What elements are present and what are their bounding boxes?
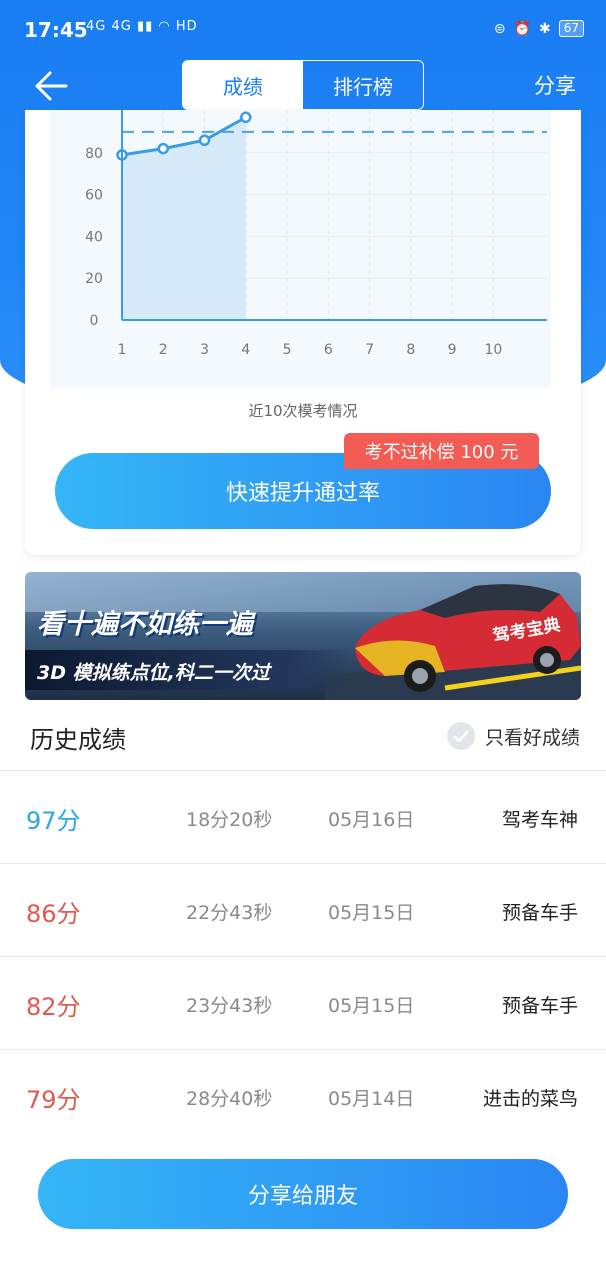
x-tick-label: 5	[283, 342, 292, 358]
status-time: 17:45	[24, 18, 88, 42]
arrow-left-icon	[35, 71, 68, 101]
banner-subtitle: 3D 模拟练点位,科二一次过	[37, 662, 270, 684]
tab-scores[interactable]: 成绩	[183, 61, 303, 109]
x-tick-label: 1	[118, 342, 127, 358]
x-tick-label: 9	[448, 342, 457, 358]
history-list: 97分 18分20秒 05月16日 驾考车神 86分 22分43秒 05月15日…	[0, 770, 606, 1142]
y-tick-label: 60	[85, 188, 103, 204]
filter-label: 只看好成绩	[484, 726, 580, 749]
hd-label: HD	[175, 19, 198, 34]
bluetooth-icon: ✱	[538, 20, 551, 37]
row-duration: 18分20秒	[186, 809, 273, 831]
car-illustration: 驾考宝典	[325, 584, 581, 700]
row-title: 驾考车神	[501, 809, 578, 831]
y-tick-label: 40	[85, 229, 103, 245]
top-navigation: 成绩 排行榜 分享	[0, 58, 606, 114]
row-date: 05月16日	[328, 809, 415, 831]
row-score: 79分	[26, 1086, 81, 1114]
share-button[interactable]: 分享	[534, 70, 576, 100]
status-bar: 17:45 4G 4G ▮▮ ◠ HD ⊜ ⏰ ✱ 67	[0, 0, 606, 62]
y-tick-label: 20	[85, 271, 103, 287]
row-duration: 23分43秒	[186, 995, 273, 1017]
history-title: 历史成绩	[30, 726, 126, 754]
share-to-friends-button[interactable]: 分享给朋友	[38, 1159, 568, 1229]
x-tick-label: 4	[241, 342, 250, 358]
row-date: 05月14日	[328, 1088, 415, 1110]
promo-banner[interactable]: 驾考宝典 看十遍不如练一遍 3D 模拟练点位,科二一次过	[25, 572, 581, 700]
row-duration: 22分43秒	[186, 902, 273, 924]
check-circle-icon[interactable]	[446, 722, 475, 750]
tab-ranking[interactable]: 排行榜	[303, 61, 423, 109]
battery-icon: 67	[558, 20, 584, 37]
x-tick-label: 3	[200, 342, 209, 358]
status-right-icons: ⊜ ⏰ ✱ 67	[494, 20, 584, 37]
row-score: 82分	[26, 993, 81, 1021]
x-tick-label: 10	[484, 342, 502, 358]
row-title: 预备车手	[501, 902, 578, 924]
network-label: 4G 4G	[86, 19, 132, 34]
promo-badge: 考不过补偿 100 元	[344, 433, 539, 469]
row-score: 86分	[26, 900, 81, 928]
row-title: 预备车手	[501, 995, 578, 1017]
segmented-control: 成绩 排行榜	[182, 60, 424, 110]
y-tick-label: 0	[90, 313, 99, 329]
alarm-icon: ⏰	[513, 20, 531, 37]
row-date: 05月15日	[328, 995, 415, 1017]
row-title: 进击的菜鸟	[482, 1088, 578, 1110]
chart-caption: 近10次模考情况	[248, 402, 358, 420]
history-row[interactable]: 97分 18分20秒 05月16日 驾考车神	[0, 770, 606, 863]
score-chart-card: 0 20 40 60 80 1 2 3 4 5 6 7 8 9 10 近10次模考情况 考不过补偿 100 …	[25, 110, 581, 555]
x-tick-label: 2	[159, 342, 168, 358]
back-button[interactable]	[30, 64, 74, 108]
x-tick-label: 8	[406, 342, 415, 358]
y-tick-label: 80	[85, 146, 103, 162]
series-area	[122, 117, 246, 321]
lock-icon: ⊜	[493, 20, 506, 37]
score-line-chart: 0 20 40 60 80 1 2 3 4 5 6 7 8 9 10	[85, 110, 547, 358]
row-score: 97分	[26, 807, 81, 835]
history-header: 历史成绩 只看好成绩	[0, 700, 606, 770]
good-scores-filter[interactable]: 只看好成绩	[446, 722, 580, 750]
history-row[interactable]: 82分 23分43秒 05月15日 预备车手	[0, 956, 606, 1049]
row-date: 05月15日	[328, 902, 415, 924]
row-duration: 28分40秒	[186, 1088, 273, 1110]
signal-icon: 4G 4G ▮▮ ◠ HD	[86, 19, 198, 34]
data-point	[198, 134, 211, 147]
history-row[interactable]: 79分 28分40秒 05月14日 进击的菜鸟	[0, 1049, 606, 1142]
banner-title: 看十遍不如练一遍	[37, 609, 253, 640]
data-point	[240, 111, 252, 124]
chart-area: 0 20 40 60 80 1 2 3 4 5 6 7 8 9 10	[50, 110, 551, 388]
x-tick-label: 7	[365, 342, 374, 358]
history-row[interactable]: 86分 22分43秒 05月15日 预备车手	[0, 863, 606, 956]
data-point	[157, 142, 170, 155]
x-tick-label: 6	[324, 342, 333, 358]
